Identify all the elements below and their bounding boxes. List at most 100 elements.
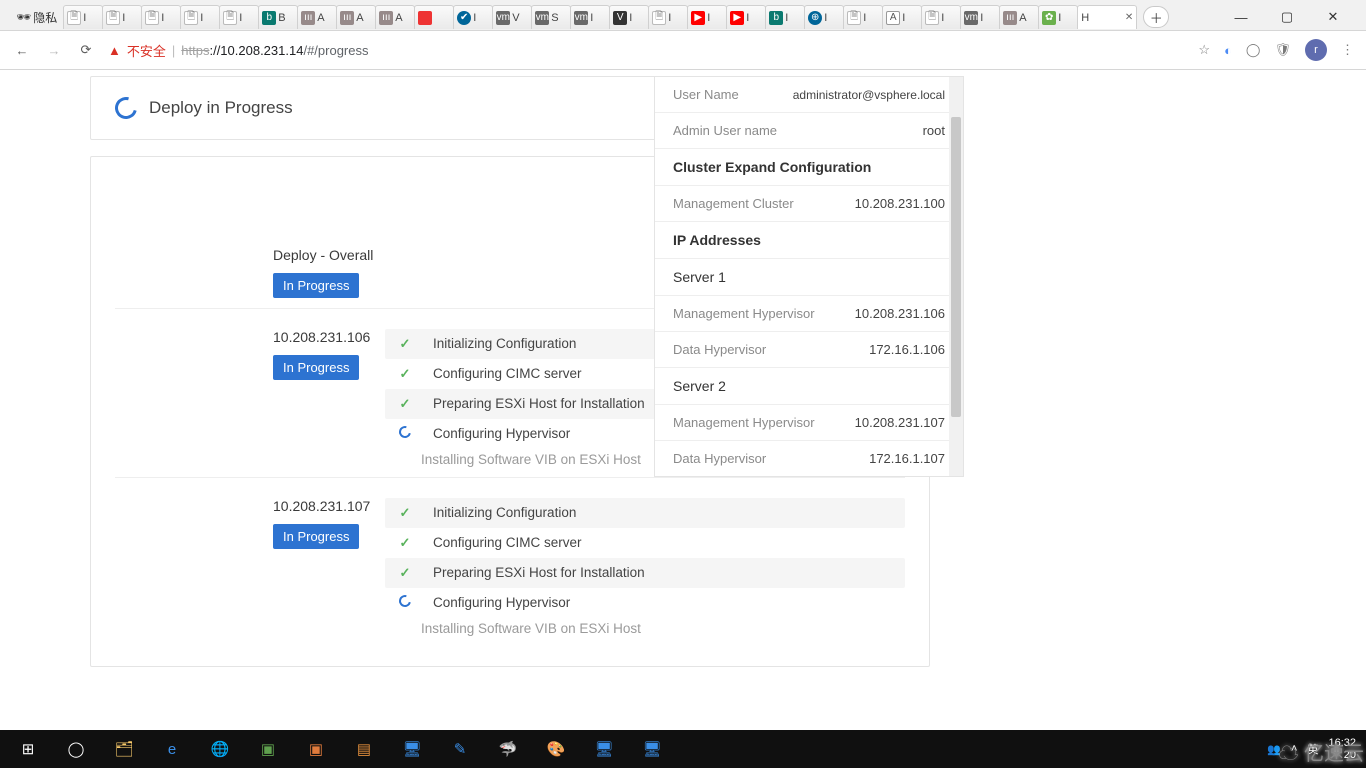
- bookmark-star-icon[interactable]: ☆: [1198, 42, 1210, 58]
- reload-icon[interactable]: ⟳: [76, 42, 96, 58]
- omnibox[interactable]: ▲ 不安全 | https://10.208.231.14/#/progress: [108, 41, 1186, 60]
- background-tab[interactable]: bI: [765, 5, 805, 29]
- insecure-icon: ▲: [108, 43, 121, 58]
- page-title: Deploy in Progress: [149, 98, 293, 118]
- side-subheader: Server 1: [655, 259, 963, 296]
- page-icon: 🗎: [67, 11, 81, 25]
- app-icon[interactable]: ▣: [292, 730, 340, 768]
- side-key: User Name: [673, 87, 739, 102]
- step-text: Preparing ESXi Host for Installation: [433, 396, 645, 411]
- nav-forward-icon[interactable]: →: [44, 43, 64, 58]
- page-icon: A: [886, 11, 900, 25]
- start-button[interactable]: ⊞: [4, 730, 52, 768]
- window-maximize[interactable]: ▢: [1264, 4, 1310, 30]
- ie-icon[interactable]: e: [148, 730, 196, 768]
- spinner-icon: [397, 595, 413, 610]
- background-tab[interactable]: vmI: [570, 5, 610, 29]
- background-tab[interactable]: ⊕I: [804, 5, 844, 29]
- side-key: Management Cluster: [673, 196, 794, 211]
- background-tab[interactable]: AI: [882, 5, 922, 29]
- address-bar: ← → ⟳ ▲ 不安全 | https://10.208.231.14/#/pr…: [0, 30, 1366, 70]
- close-tab-icon[interactable]: ✕: [1125, 12, 1133, 23]
- side-value: 10.208.231.106: [855, 306, 945, 321]
- page-icon: 🗎: [847, 11, 861, 25]
- background-tab[interactable]: vmS: [531, 5, 571, 29]
- spinner-icon: [111, 93, 141, 123]
- background-tab[interactable]: 🗎I: [843, 5, 883, 29]
- side-value: 10.208.231.107: [855, 415, 945, 430]
- background-tab[interactable]: ▶I: [687, 5, 727, 29]
- side-value: root: [923, 123, 945, 138]
- background-tab[interactable]: bB: [258, 5, 298, 29]
- bing-icon: b: [769, 11, 783, 25]
- tab-strip: 🕶 隐私 🗎I 🗎I 🗎I 🗎I 🗎I bB ıııA ıııA ıııA ✔I…: [0, 0, 1366, 30]
- side-key: Data Hypervisor: [673, 342, 766, 357]
- check-icon: ✓: [397, 565, 413, 581]
- separator: |: [172, 43, 175, 58]
- incognito-label: 隐私: [33, 9, 57, 26]
- app-icon[interactable]: ✎: [436, 730, 484, 768]
- background-tab[interactable]: 🗎I: [219, 5, 259, 29]
- side-scrollbar[interactable]: [949, 77, 963, 476]
- background-tab[interactable]: ▶I: [726, 5, 766, 29]
- page-icon: ✿: [1042, 11, 1056, 25]
- background-tab[interactable]: [414, 5, 454, 29]
- side-key: Data Hypervisor: [673, 451, 766, 466]
- active-tab-title: H: [1081, 12, 1089, 24]
- sublime-icon[interactable]: ▤: [340, 730, 388, 768]
- shield-icon[interactable]: 🛡: [1274, 42, 1291, 58]
- background-tab[interactable]: 🗎I: [921, 5, 961, 29]
- windows-taskbar: ⊞ ◯ 🗂 e 🌐 ▣ ▣ ▤ 🖥 ✎ 🦈 🎨 🖥 🖥 👥 ˄ 英 16:32 …: [0, 730, 1366, 768]
- node-ip: 10.208.231.106: [273, 329, 385, 345]
- background-tab[interactable]: ✔I: [453, 5, 493, 29]
- app-icon[interactable]: ▣: [244, 730, 292, 768]
- background-tab[interactable]: vmI: [960, 5, 1000, 29]
- side-value: 172.16.1.107: [869, 451, 945, 466]
- app-icon[interactable]: 🖥: [580, 730, 628, 768]
- nav-back-icon[interactable]: ←: [12, 43, 32, 58]
- step-text: Preparing ESXi Host for Installation: [433, 565, 645, 580]
- new-tab-button[interactable]: ＋: [1143, 6, 1169, 28]
- background-tab[interactable]: 🗎I: [102, 5, 142, 29]
- cisco-icon: ııı: [301, 11, 315, 25]
- page-icon: 🗎: [652, 11, 666, 25]
- file-explorer-icon[interactable]: 🗂: [100, 730, 148, 768]
- background-tab[interactable]: ıııA: [999, 5, 1039, 29]
- active-tab[interactable]: H ✕: [1077, 5, 1137, 29]
- extension-icon[interactable]: ◯: [1246, 42, 1261, 58]
- window-close[interactable]: ✕: [1310, 4, 1356, 30]
- wireshark-icon[interactable]: 🦈: [484, 730, 532, 768]
- watermark: ☁ 亿速云: [1278, 737, 1364, 766]
- status-badge: In Progress: [273, 524, 359, 549]
- page-viewport: User Name administrator@vsphere.local Ad…: [0, 70, 1366, 730]
- app-icon[interactable]: 🖥: [388, 730, 436, 768]
- page-icon: 🗎: [145, 11, 159, 25]
- background-tab[interactable]: vmV: [492, 5, 532, 29]
- window-minimize[interactable]: —: [1218, 4, 1264, 30]
- background-tab[interactable]: 🗎I: [141, 5, 181, 29]
- side-key: Management Hypervisor: [673, 306, 815, 321]
- background-tab[interactable]: 🗎I: [180, 5, 220, 29]
- background-tab[interactable]: ıııA: [297, 5, 337, 29]
- vmware-icon: vm: [535, 11, 549, 25]
- step-subtext: Installing Software VIB on ESXi Host: [385, 621, 905, 636]
- node-row: 10.208.231.107 In Progress ✓Initializing…: [115, 477, 905, 646]
- cortana-icon[interactable]: ◯: [52, 730, 100, 768]
- profile-avatar[interactable]: r: [1305, 39, 1327, 61]
- paint-icon[interactable]: 🎨: [532, 730, 580, 768]
- step-text: Configuring CIMC server: [433, 535, 582, 550]
- background-tab[interactable]: ıııA: [375, 5, 415, 29]
- background-tab[interactable]: 🗎I: [63, 5, 103, 29]
- background-tab[interactable]: ıııA: [336, 5, 376, 29]
- extension-icon[interactable]: ◐: [1224, 43, 1232, 58]
- side-key: Admin User name: [673, 123, 777, 138]
- app-icon[interactable]: 🖥: [628, 730, 676, 768]
- chrome-icon[interactable]: 🌐: [196, 730, 244, 768]
- page-icon: 🗎: [925, 11, 939, 25]
- step-text: Configuring Hypervisor: [433, 426, 570, 441]
- background-tab[interactable]: ✿I: [1038, 5, 1078, 29]
- menu-icon[interactable]: ⋮: [1341, 42, 1354, 58]
- browser-chrome: 🕶 隐私 🗎I 🗎I 🗎I 🗎I 🗎I bB ıııA ıııA ıııA ✔I…: [0, 0, 1366, 70]
- background-tab[interactable]: VI: [609, 5, 649, 29]
- background-tab[interactable]: 🗎I: [648, 5, 688, 29]
